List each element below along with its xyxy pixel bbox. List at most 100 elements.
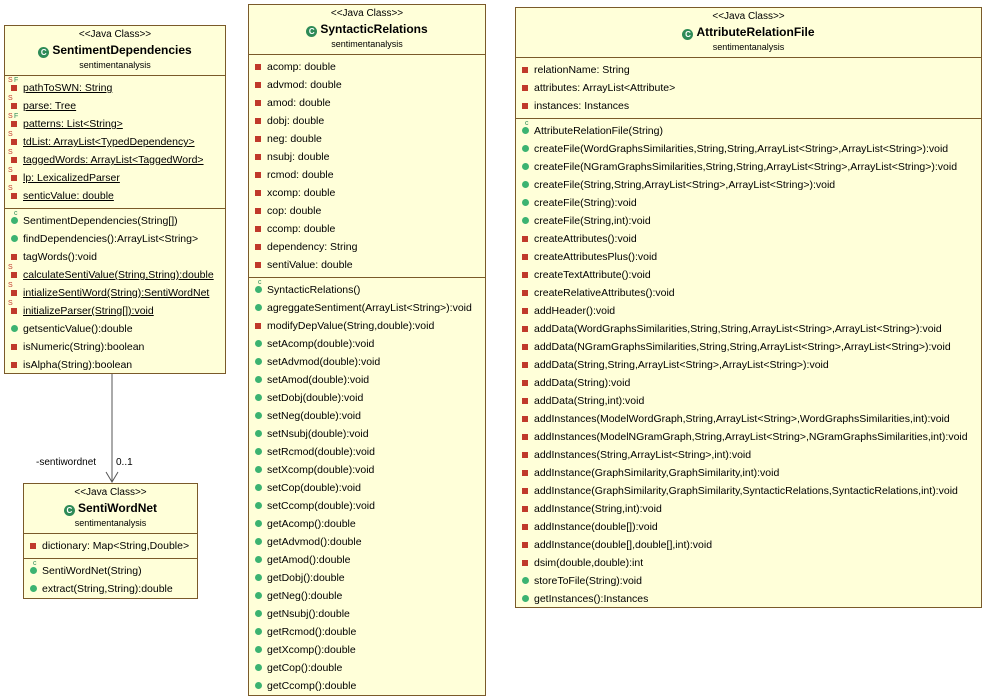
field-row[interactable]: cop: double — [249, 202, 485, 220]
method-row[interactable]: findDependencies():ArrayList<String> — [5, 230, 225, 248]
class-AttributeRelationFile[interactable]: <<Java Class>> C AttributeRelationFile se… — [515, 7, 982, 608]
method-row[interactable]: getsenticValue():double — [5, 320, 225, 338]
method-row[interactable]: addInstances(ModelWordGraph,String,Array… — [516, 410, 981, 428]
private-visibility-icon — [522, 488, 528, 494]
method-row[interactable]: createRelativeAttributes():void — [516, 284, 981, 302]
method-row[interactable]: getCop():double — [249, 659, 485, 677]
private-visibility-icon — [11, 290, 17, 296]
methods-section: c SentimentDependencies(String[]) findDepe… — [5, 208, 225, 373]
field-row[interactable]: Slp: LexicalizedParser — [5, 167, 225, 187]
method-row[interactable]: agreggateSentiment(ArrayList<String>):vo… — [249, 299, 485, 317]
constructor-row[interactable]: c SentiWordNet(String) — [24, 560, 197, 580]
method-row[interactable]: setXcomp(double):void — [249, 461, 485, 479]
method-row[interactable]: setCcomp(double):void — [249, 497, 485, 515]
method-row[interactable]: getAdvmod():double — [249, 533, 485, 551]
field-row[interactable]: StaggedWords: ArrayList<TaggedWord> — [5, 149, 225, 169]
private-visibility-icon — [522, 416, 528, 422]
field-row[interactable]: xcomp: double — [249, 184, 485, 202]
constructor-row[interactable]: c SyntacticRelations() — [249, 279, 485, 299]
static-modifier-icon: S — [8, 185, 13, 192]
method-row[interactable]: getCcomp():double — [249, 677, 485, 695]
field-row[interactable]: S Fpatterns: List<String> — [5, 113, 225, 133]
method-row[interactable]: extract(String,String):double — [24, 580, 197, 598]
method-row[interactable]: getInstances():Instances — [516, 590, 981, 607]
method-row[interactable]: getDobj():double — [249, 569, 485, 587]
field-row[interactable]: nsubj: double — [249, 148, 485, 166]
method-row[interactable]: setCop(double):void — [249, 479, 485, 497]
method-row[interactable]: addData(String):void — [516, 374, 981, 392]
method-row[interactable]: setNsubj(double):void — [249, 425, 485, 443]
package-name: sentimentanalysis — [712, 42, 785, 52]
field-row[interactable]: ccomp: double — [249, 220, 485, 238]
field-row[interactable]: relationName: String — [516, 61, 981, 79]
method-row[interactable]: ScalculateSentiValue(String,String):doub… — [5, 264, 225, 284]
field-row[interactable]: neg: double — [249, 130, 485, 148]
method-row[interactable]: addInstances(ModelNGramGraph,String,Arra… — [516, 428, 981, 446]
method-text: dsim(double,double):int — [534, 557, 644, 569]
method-row[interactable]: createFile(String,int):void — [516, 212, 981, 230]
method-row[interactable]: createFile(String,String,ArrayList<Strin… — [516, 176, 981, 194]
field-row[interactable]: dictionary: Map<String,Double> — [24, 537, 197, 555]
method-row[interactable]: addInstance(double[]):void — [516, 518, 981, 536]
method-row[interactable]: addHeader():void — [516, 302, 981, 320]
method-row[interactable]: getAcomp():double — [249, 515, 485, 533]
method-row[interactable]: modifyDepValue(String,double):void — [249, 317, 485, 335]
method-row[interactable]: addInstance(GraphSimilarity,GraphSimilar… — [516, 482, 981, 500]
class-SentimentDependencies[interactable]: <<Java Class>> C SentimentDependencies se… — [4, 25, 226, 374]
public-visibility-icon — [522, 181, 529, 188]
method-row[interactable]: getAmod():double — [249, 551, 485, 569]
public-visibility-icon — [255, 376, 262, 383]
method-row[interactable]: addData(String,int):void — [516, 392, 981, 410]
method-row[interactable]: getRcmod():double — [249, 623, 485, 641]
method-row[interactable]: SintializeSentiWord(String):SentiWordNet — [5, 282, 225, 302]
field-row[interactable]: attributes: ArrayList<Attribute> — [516, 79, 981, 97]
method-row[interactable]: addData(String,String,ArrayList<String>,… — [516, 356, 981, 374]
field-row[interactable]: SsenticValue: double — [5, 185, 225, 205]
static-modifier-icon: S — [8, 113, 13, 120]
method-row[interactable]: SinitializeParser(String[]):void — [5, 300, 225, 320]
method-row[interactable]: setAcomp(double):void — [249, 335, 485, 353]
field-row[interactable]: instances: Instances — [516, 97, 981, 115]
method-row[interactable]: createFile(WordGraphsSimilarities,String… — [516, 140, 981, 158]
method-row[interactable]: setRcmod(double):void — [249, 443, 485, 461]
method-row[interactable]: setDobj(double):void — [249, 389, 485, 407]
field-row[interactable]: dobj: double — [249, 112, 485, 130]
method-row[interactable]: addInstance(double[],double[],int):void — [516, 536, 981, 554]
field-row[interactable]: dependency: String — [249, 238, 485, 256]
static-modifier-icon: S — [8, 300, 13, 307]
method-row[interactable]: createFile(String):void — [516, 194, 981, 212]
class-SyntacticRelations[interactable]: <<Java Class>> C SyntacticRelations senti… — [248, 4, 486, 696]
method-row[interactable]: addData(NGramGraphsSimilarities,String,S… — [516, 338, 981, 356]
field-row[interactable]: Sparse: Tree — [5, 95, 225, 115]
method-row[interactable]: setAdvmod(double):void — [249, 353, 485, 371]
method-row[interactable]: setAmod(double):void — [249, 371, 485, 389]
field-row[interactable]: sentiValue: double — [249, 256, 485, 274]
method-row[interactable]: addInstances(String,ArrayList<String>,in… — [516, 446, 981, 464]
field-row[interactable]: rcmod: double — [249, 166, 485, 184]
method-row[interactable]: tagWords():void — [5, 248, 225, 266]
method-row[interactable]: dsim(double,double):int — [516, 554, 981, 572]
method-row[interactable]: addInstance(GraphSimilarity,GraphSimilar… — [516, 464, 981, 482]
field-row[interactable]: S FpathToSWN: String — [5, 77, 225, 97]
constructor-row[interactable]: c SentimentDependencies(String[]) — [5, 210, 225, 230]
method-row[interactable]: createTextAttribute():void — [516, 266, 981, 284]
method-row[interactable]: addInstance(String,int):void — [516, 500, 981, 518]
method-row[interactable]: createAttributes():void — [516, 230, 981, 248]
method-row[interactable]: getXcomp():double — [249, 641, 485, 659]
class-SentiWordNet[interactable]: <<Java Class>> C SentiWordNet sentimentan… — [23, 483, 198, 599]
method-row[interactable]: isNumeric(String):boolean — [5, 338, 225, 356]
method-row[interactable]: isAlpha(String):boolean — [5, 356, 225, 373]
method-row[interactable]: addData(WordGraphsSimilarities,String,St… — [516, 320, 981, 338]
method-row[interactable]: createFile(NGramGraphsSimilarities,Strin… — [516, 158, 981, 176]
constructor-row[interactable]: c AttributeRelationFile(String) — [516, 120, 981, 140]
field-row[interactable]: StdList: ArrayList<TypedDependency> — [5, 131, 225, 151]
method-row[interactable]: getNsubj():double — [249, 605, 485, 623]
field-row[interactable]: acomp: double — [249, 58, 485, 76]
method-row[interactable]: createAttributesPlus():void — [516, 248, 981, 266]
method-row[interactable]: getNeg():double — [249, 587, 485, 605]
field-row[interactable]: amod: double — [249, 94, 485, 112]
method-row[interactable]: setNeg(double):void — [249, 407, 485, 425]
field-row[interactable]: advmod: double — [249, 76, 485, 94]
method-row[interactable]: storeToFile(String):void — [516, 572, 981, 590]
method-text: setRcmod(double):void — [267, 446, 375, 458]
